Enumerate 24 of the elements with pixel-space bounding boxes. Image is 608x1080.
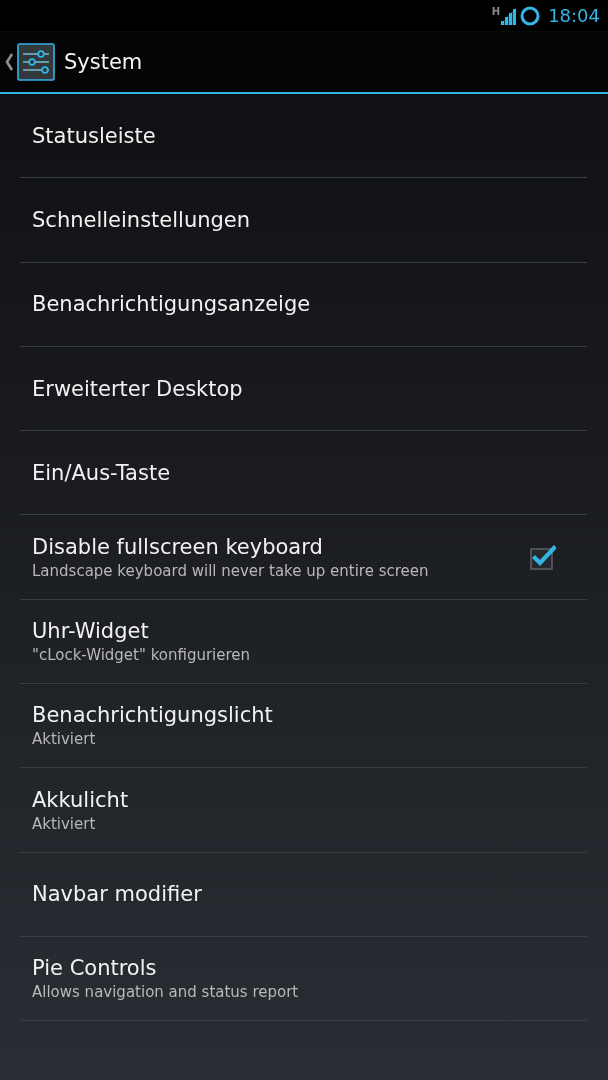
setting-summary: Aktiviert xyxy=(32,730,96,749)
sliders-icon[interactable] xyxy=(17,43,55,81)
setting-title[interactable]: Ein/Aus-Taste xyxy=(32,460,171,485)
setting-title[interactable]: Statusleiste xyxy=(32,123,156,148)
setting-title[interactable]: Pie Controls xyxy=(32,956,157,981)
setting-summary: Landscape keyboard will never take up entire screen xyxy=(32,561,429,580)
setting-summary: Allows navigation and status report xyxy=(32,983,299,1002)
setting-summary: Aktiviert xyxy=(32,814,96,833)
setting-title[interactable]: Uhr-Widget xyxy=(32,618,149,643)
ring-icon xyxy=(520,5,541,26)
setting-title[interactable]: Erweiterter Desktop xyxy=(32,376,243,401)
setting-title[interactable]: Schnelleinstellungen xyxy=(32,207,251,232)
signal-icon xyxy=(500,6,517,25)
setting-title[interactable]: Benachrichtigungsanzeige xyxy=(32,292,311,317)
setting-title[interactable]: Akkulicht xyxy=(32,787,129,812)
caret-icon[interactable] xyxy=(5,53,14,71)
setting-title[interactable]: Disable fullscreen keyboard xyxy=(32,534,323,559)
setting-title[interactable]: Benachrichtigungslicht xyxy=(32,703,273,728)
screen-title: System xyxy=(64,50,143,74)
checkbox[interactable] xyxy=(530,544,556,570)
setting-title[interactable]: Navbar modifier xyxy=(32,882,202,907)
setting-summary: "cLock-Widget" konfigurieren xyxy=(32,645,251,664)
network-type-label: H xyxy=(491,6,501,17)
clock-time: 18:04 xyxy=(548,5,600,26)
